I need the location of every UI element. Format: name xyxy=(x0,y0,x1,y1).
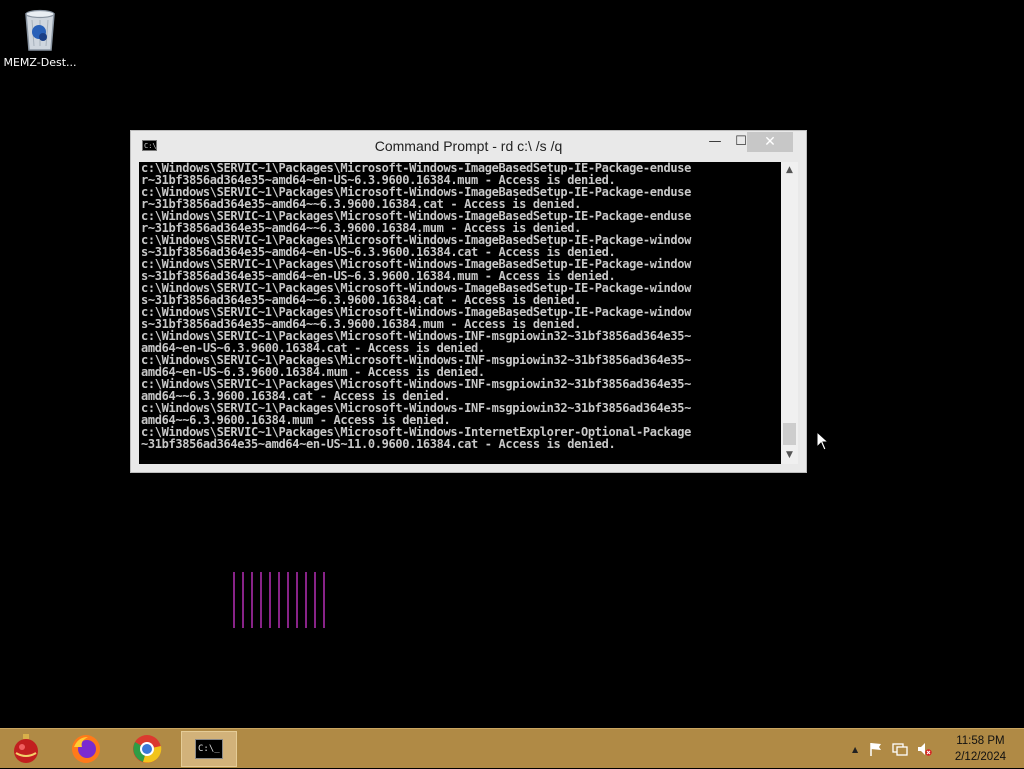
network-icon[interactable] xyxy=(892,741,908,757)
scroll-thumb[interactable] xyxy=(783,423,796,445)
action-center-flag-icon[interactable] xyxy=(868,741,884,757)
volume-muted-icon[interactable] xyxy=(916,741,932,757)
console-text: c:\Windows\SERVIC~1\Packages\Microsoft-W… xyxy=(141,162,691,451)
close-button[interactable]: ✕ xyxy=(747,132,793,152)
recycle-bin-icon xyxy=(22,6,58,52)
show-hidden-icons-chevron[interactable]: ▲ xyxy=(852,745,858,754)
chrome-icon xyxy=(133,735,162,763)
minimize-button[interactable]: — xyxy=(701,132,729,152)
system-tray: ▲ xyxy=(852,729,932,769)
vertical-scrollbar[interactable]: ▲ ▼ xyxy=(781,162,798,464)
taskbar-memz-button[interactable] xyxy=(0,731,52,767)
command-prompt-icon: C:\_ xyxy=(195,739,223,759)
clock-date: 2/12/2024 xyxy=(954,751,1006,763)
firefox-icon xyxy=(72,735,100,763)
screen-glitch-artifact xyxy=(232,572,328,628)
taskbar: C:\_ ▲ 11:58 PM 2/12/2024 xyxy=(0,728,1024,768)
clock-time: 11:58 PM xyxy=(956,735,1005,747)
desktop-icon-memz[interactable]: MEMZ-Dest... xyxy=(2,6,78,69)
scroll-up-arrow[interactable]: ▲ xyxy=(781,162,798,179)
taskbar-clock[interactable]: 11:58 PM 2/12/2024 xyxy=(955,733,1006,765)
taskbar-chrome-button[interactable] xyxy=(121,731,173,767)
memz-ornament-icon xyxy=(14,734,38,763)
window-titlebar[interactable]: C:\ Command Prompt - rd c:\ /s /q — ☐ ✕ xyxy=(131,131,806,162)
scroll-down-arrow[interactable]: ▼ xyxy=(781,447,798,464)
taskbar-firefox-button[interactable] xyxy=(60,731,112,767)
command-prompt-window[interactable]: C:\ Command Prompt - rd c:\ /s /q — ☐ ✕ … xyxy=(130,130,807,473)
taskbar-cmd-button[interactable]: C:\_ xyxy=(181,731,237,767)
desktop-icon-label: MEMZ-Dest... xyxy=(3,56,77,69)
mouse-cursor-icon xyxy=(816,430,830,455)
console-output[interactable]: c:\Windows\SERVIC~1\Packages\Microsoft-W… xyxy=(139,162,781,464)
